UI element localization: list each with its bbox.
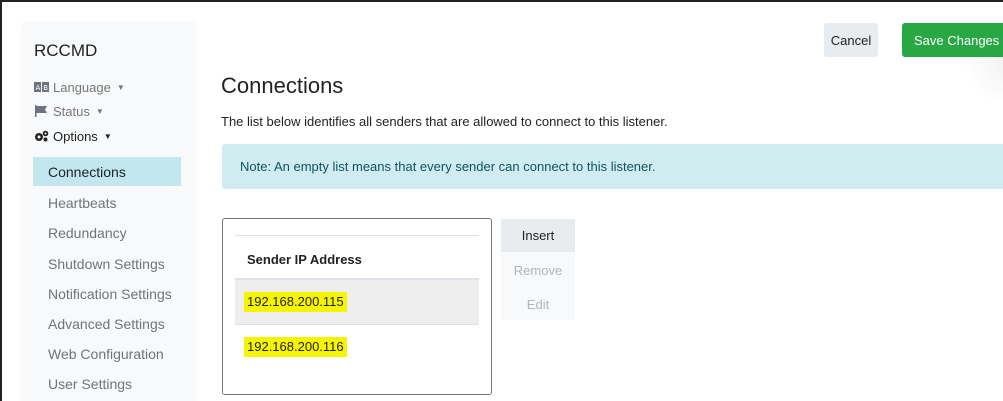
- sidebar: RCCMD A B Language ▼ Status ▼ Options ▼ …: [22, 22, 195, 401]
- column-header-sender-ip: Sender IP Address: [247, 251, 362, 267]
- remove-button[interactable]: Remove: [501, 254, 575, 287]
- caret-down-icon: ▼: [116, 82, 125, 92]
- save-changes-button[interactable]: Save Changes: [902, 23, 1003, 57]
- info-alert-text: Note: An empty list means that every sen…: [240, 159, 656, 174]
- nav-options-label: Options: [53, 128, 98, 144]
- caret-down-icon: ▼: [95, 106, 104, 116]
- sidebar-item-redundancy[interactable]: Redundancy: [33, 218, 181, 247]
- app-frame: RCCMD A B Language ▼ Status ▼ Options ▼ …: [0, 0, 1003, 401]
- caret-down-icon: ▼: [103, 131, 112, 141]
- sidebar-item-user-settings[interactable]: User Settings: [33, 369, 181, 398]
- cancel-button[interactable]: Cancel: [824, 23, 878, 57]
- decorative-shadow: [962, 57, 1003, 107]
- sidebar-item-heartbeats[interactable]: Heartbeats: [33, 188, 181, 217]
- nav-language[interactable]: A B Language ▼: [34, 77, 125, 97]
- edit-button[interactable]: Edit: [501, 288, 575, 321]
- nav-status[interactable]: Status ▼: [34, 101, 104, 121]
- page-title: Connections: [221, 73, 344, 98]
- insert-button[interactable]: Insert: [501, 219, 575, 252]
- sender-ip-cell: 192.168.200.116: [244, 337, 347, 357]
- table-actions: Insert Remove Edit: [501, 219, 575, 320]
- sender-ip-cell: 192.168.200.115: [244, 292, 347, 312]
- svg-text:B: B: [43, 84, 48, 92]
- table-row[interactable]: 192.168.200.116: [235, 325, 479, 369]
- sidebar-item-notification-settings[interactable]: Notification Settings: [33, 279, 181, 308]
- svg-text:A: A: [36, 84, 41, 92]
- info-alert: Note: An empty list means that every sen…: [222, 144, 1003, 189]
- nav-options[interactable]: Options ▼: [34, 126, 112, 146]
- sidebar-item-shutdown-settings[interactable]: Shutdown Settings: [33, 249, 181, 278]
- nav-status-label: Status: [53, 103, 90, 119]
- table-divider: [235, 235, 479, 236]
- sidebar-item-web-configuration[interactable]: Web Configuration: [33, 339, 181, 368]
- sidebar-item-connections[interactable]: Connections: [33, 157, 181, 186]
- sidebar-item-advanced-settings[interactable]: Advanced Settings: [33, 309, 181, 338]
- gears-icon: [35, 130, 49, 142]
- language-icon: A B: [34, 82, 49, 92]
- table-row[interactable]: 192.168.200.115: [235, 280, 479, 324]
- brand-title: RCCMD: [34, 41, 98, 60]
- flag-icon: [35, 105, 47, 117]
- page-description: The list below identifies all senders th…: [221, 114, 668, 129]
- sender-table: Sender IP Address 192.168.200.115 192.16…: [222, 218, 492, 395]
- nav-language-label: Language: [53, 79, 111, 95]
